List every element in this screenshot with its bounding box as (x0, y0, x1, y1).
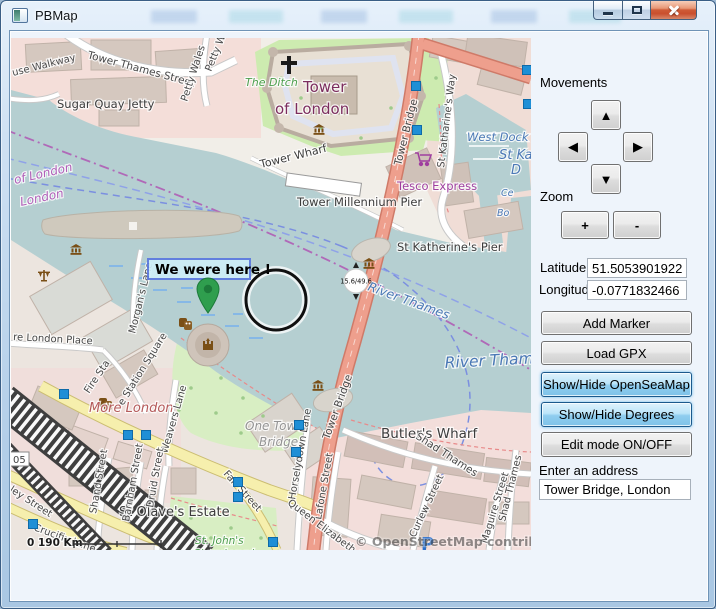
marker-label-text: We were here ! (155, 262, 271, 278)
river-pontoon (42, 210, 242, 238)
map-label: Tesco Express (396, 179, 477, 193)
map-label: Bo (497, 208, 510, 219)
edit-vertex-handle[interactable] (234, 478, 243, 487)
latitude-input[interactable] (587, 258, 687, 278)
add-marker-button[interactable]: Add Marker (541, 311, 692, 335)
window-title: PBMap (35, 8, 78, 23)
add-marker-label: Add Marker (583, 316, 650, 331)
edit-vertex-handle[interactable] (295, 421, 304, 430)
maximize-button[interactable] (623, 1, 651, 20)
minimize-icon (603, 12, 613, 15)
up-arrow-icon: ▲ (600, 108, 613, 123)
edit-vertex-handle[interactable] (292, 448, 301, 457)
address-label: Enter an address (539, 463, 638, 478)
load-gpx-button[interactable]: Load GPX (541, 341, 692, 365)
plus-icon: + (581, 218, 589, 233)
edit-vertex-handle[interactable] (124, 431, 133, 440)
move-left-button[interactable]: ◀ (558, 132, 588, 162)
map-label: Ce (501, 188, 514, 199)
toggle-openseamap-button[interactable]: Show/Hide OpenSeaMap (541, 372, 692, 397)
map-label: The Ditch (245, 76, 298, 89)
zoom-label: Zoom (540, 189, 573, 204)
edit-vertex-handle[interactable] (29, 520, 38, 529)
move-up-button[interactable]: ▲ (591, 100, 621, 130)
map-label: Sugar Quay Jetty (57, 97, 155, 111)
map-label: of London (275, 100, 349, 118)
toggle-degrees-button[interactable]: Show/Hide Degrees (541, 402, 692, 427)
map-label: St Ka (499, 148, 531, 163)
openseamap-label: Show/Hide OpenSeaMap (543, 377, 690, 392)
latitude-label: Latitude (540, 260, 586, 275)
bridge-badge-text: 15.6/49.6 (340, 278, 372, 286)
osm-attribution: © OpenStreetMap contributors (355, 534, 531, 549)
map-label: St. John's (195, 535, 244, 547)
move-down-button[interactable]: ▼ (591, 164, 621, 194)
edit-vertex-handle[interactable] (234, 493, 243, 502)
zoom-in-button[interactable]: + (561, 211, 609, 239)
map-label: St Olave's Estate (119, 505, 230, 520)
map-label: Tower (302, 78, 347, 96)
maximize-icon (632, 6, 642, 14)
edit-vertex-handle[interactable] (269, 538, 278, 547)
map-canvas[interactable]: 05 P use WalkwayTower Thames StreetPetty… (11, 38, 531, 550)
edit-mode-button[interactable]: Edit mode ON/OFF (541, 432, 692, 457)
address-input[interactable] (539, 479, 691, 500)
map-label: More London (89, 401, 174, 416)
edit-vertex-handle[interactable] (60, 390, 69, 399)
left-arrow-icon: ◀ (568, 139, 578, 155)
map-label: St Katherine's Pier (397, 240, 503, 254)
minimize-button[interactable] (593, 1, 623, 20)
map-label: D (511, 163, 521, 178)
pontoon-hut (129, 222, 137, 230)
right-arrow-icon: ▶ (633, 139, 643, 155)
pin-hole (204, 285, 212, 293)
edit-vertex-handle[interactable] (413, 126, 422, 135)
map-label: West Dock (467, 130, 530, 144)
map-label: Bridge (259, 435, 298, 449)
edit-vertex-handle[interactable] (524, 100, 532, 109)
app-icon (12, 8, 28, 23)
edit-vertex-handle[interactable] (142, 431, 151, 440)
map-label: Tower Millennium Pier (296, 195, 422, 209)
minus-icon: - (635, 218, 639, 233)
edit-vertex-handle[interactable] (523, 66, 532, 75)
edit-mode-label: Edit mode ON/OFF (561, 437, 672, 452)
close-icon (667, 3, 681, 17)
close-button[interactable] (651, 1, 697, 20)
edit-vertex-handle[interactable] (412, 82, 421, 91)
degrees-label: Show/Hide Degrees (559, 407, 675, 422)
down-arrow-icon: ▼ (600, 172, 613, 187)
map-label: Churchyard (193, 548, 254, 550)
move-right-button[interactable]: ▶ (623, 132, 653, 162)
title-bar[interactable]: PBMap (1, 1, 715, 30)
movements-label: Movements (540, 75, 607, 90)
longitude-input[interactable] (587, 280, 687, 300)
zoom-out-button[interactable]: - (613, 211, 661, 239)
app-window: PBMap (0, 0, 716, 609)
road-ref-text: 05 (13, 455, 26, 466)
load-gpx-label: Load GPX (587, 346, 647, 361)
aero-glass-streaks (151, 10, 621, 23)
